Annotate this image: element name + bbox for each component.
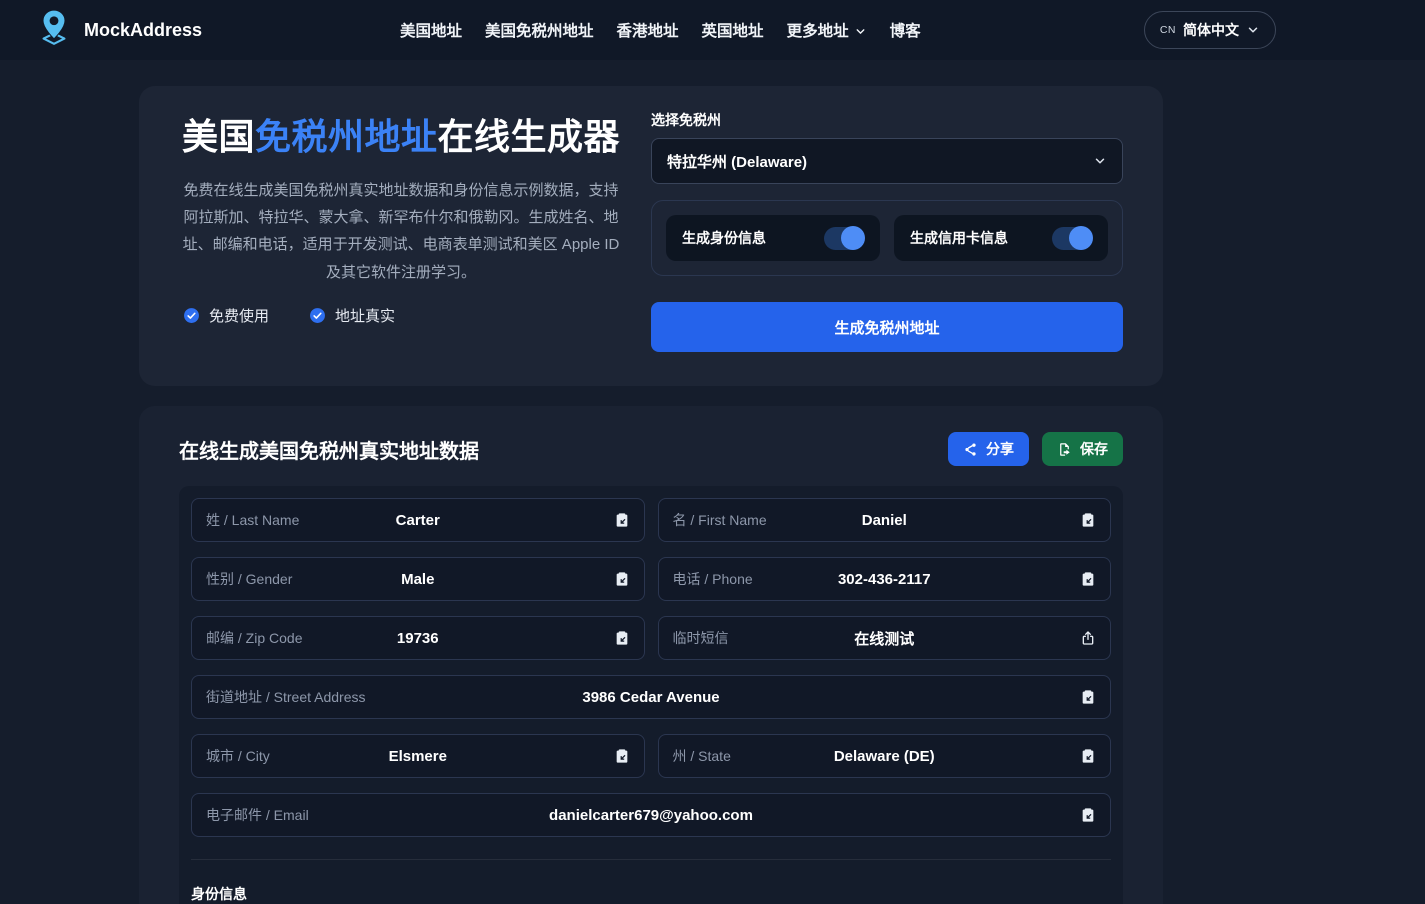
brand-name: MockAddress bbox=[84, 20, 202, 41]
language-label: 简体中文 bbox=[1183, 20, 1239, 40]
save-button[interactable]: 保存 bbox=[1042, 432, 1123, 466]
toggle-label: 生成信用卡信息 bbox=[910, 228, 1008, 248]
field-label: 电话 / Phone bbox=[673, 569, 753, 589]
nav-item[interactable]: 博客 bbox=[890, 19, 921, 41]
check-circle-icon bbox=[309, 307, 326, 324]
field-row: 临时短信 在线测试 bbox=[658, 616, 1112, 660]
share-nodes-icon bbox=[963, 442, 978, 457]
file-export-icon bbox=[1057, 442, 1072, 457]
field-value: Daniel bbox=[862, 512, 907, 529]
copy-icon[interactable] bbox=[1080, 807, 1096, 823]
chevron-down-icon bbox=[1093, 154, 1107, 168]
copy-icon[interactable] bbox=[614, 512, 630, 528]
check-circle-icon bbox=[183, 307, 200, 324]
state-select-value: 特拉华州 (Delaware) bbox=[667, 151, 807, 172]
field-label: 性别 / Gender bbox=[206, 569, 292, 589]
field-label: 姓 / Last Name bbox=[206, 510, 299, 530]
field-label: 电子邮件 / Email bbox=[206, 805, 309, 825]
feature-badge: 免费使用 bbox=[183, 305, 269, 326]
field-value: 3986 Cedar Avenue bbox=[582, 689, 719, 706]
hero-description: 免费在线生成美国免税州真实地址数据和身份信息示例数据，支持阿拉斯加、特拉华、蒙大… bbox=[179, 177, 623, 286]
field-value: 19736 bbox=[397, 630, 439, 647]
language-selector[interactable]: CN 简体中文 bbox=[1144, 11, 1276, 49]
language-code: CN bbox=[1160, 24, 1176, 36]
field-value: Carter bbox=[396, 512, 440, 529]
field-row: 电话 / Phone 302-436-2117 bbox=[658, 557, 1112, 601]
results-title: 在线生成美国免税州真实地址数据 bbox=[179, 435, 479, 464]
field-label: 邮编 / Zip Code bbox=[206, 628, 302, 648]
copy-icon[interactable] bbox=[614, 571, 630, 587]
results-actions: 分享 保存 bbox=[948, 432, 1123, 466]
brand-logo[interactable]: MockAddress bbox=[34, 5, 202, 56]
generate-button[interactable]: 生成免税州地址 bbox=[651, 302, 1123, 352]
section-divider bbox=[191, 859, 1111, 860]
nav-links: 美国地址 美国免税州地址 香港地址 英国地址 更多地址 博客 bbox=[400, 19, 921, 41]
field-label: 名 / First Name bbox=[673, 510, 767, 530]
field-value: Male bbox=[401, 571, 434, 588]
field-value: danielcarter679@yahoo.com bbox=[549, 807, 753, 824]
field-value: 302-436-2117 bbox=[838, 571, 931, 588]
share-button[interactable]: 分享 bbox=[948, 432, 1029, 466]
navbar: MockAddress 美国地址 美国免税州地址 香港地址 英国地址 更多地址 博客 CN… bbox=[0, 0, 1425, 60]
toggle-switch[interactable] bbox=[824, 227, 864, 250]
toggle-label: 生成身份信息 bbox=[682, 228, 766, 248]
toggle-switch[interactable] bbox=[1052, 227, 1092, 250]
toggle-group: 生成身份信息 生成信用卡信息 bbox=[651, 200, 1123, 276]
identity-section-heading: 身份信息 bbox=[191, 884, 1111, 904]
address-data-panel: 姓 / Last Name Carter 名 / First Name Daniel 性… bbox=[179, 486, 1123, 904]
page-title: 美国免税州地址在线生成器 bbox=[179, 112, 623, 162]
state-select[interactable]: 特拉华州 (Delaware) bbox=[651, 138, 1123, 184]
external-link-icon[interactable] bbox=[1080, 630, 1096, 646]
field-row: 城市 / City Elsmere bbox=[191, 734, 645, 778]
fields-grid: 姓 / Last Name Carter 名 / First Name Daniel 性… bbox=[191, 498, 1111, 837]
field-row: 邮编 / Zip Code 19736 bbox=[191, 616, 645, 660]
field-label: 街道地址 / Street Address bbox=[206, 687, 366, 707]
nav-item[interactable]: 香港地址 bbox=[617, 19, 679, 41]
page-container: 美国免税州地址在线生成器 免费在线生成美国免税州真实地址数据和身份信息示例数据，… bbox=[0, 86, 1425, 904]
hero-card: 美国免税州地址在线生成器 免费在线生成美国免税州真实地址数据和身份信息示例数据，… bbox=[139, 86, 1163, 386]
field-row: 电子邮件 / Email danielcarter679@yahoo.com bbox=[191, 793, 1111, 837]
field-row: 性别 / Gender Male bbox=[191, 557, 645, 601]
field-label: 城市 / City bbox=[206, 746, 270, 766]
chevron-down-icon bbox=[854, 23, 867, 38]
results-header: 在线生成美国免税州真实地址数据 分享 保存 bbox=[179, 432, 1123, 466]
nav-item[interactable]: 英国地址 bbox=[702, 19, 764, 41]
field-row: 街道地址 / Street Address 3986 Cedar Avenue bbox=[191, 675, 1111, 719]
field-label: 临时短信 bbox=[673, 628, 729, 648]
field-row: 姓 / Last Name Carter bbox=[191, 498, 645, 542]
hero-intro: 美国免税州地址在线生成器 免费在线生成美国免税州真实地址数据和身份信息示例数据，… bbox=[179, 108, 623, 352]
copy-icon[interactable] bbox=[614, 748, 630, 764]
copy-icon[interactable] bbox=[1080, 689, 1096, 705]
toggle-card: 生成信用卡信息 bbox=[894, 215, 1108, 261]
copy-icon[interactable] bbox=[614, 630, 630, 646]
nav-item[interactable]: 美国地址 bbox=[400, 19, 462, 41]
results-section: 在线生成美国免税州真实地址数据 分享 保存 姓 / Last Name Carte… bbox=[139, 406, 1163, 904]
state-select-label: 选择免税州 bbox=[651, 110, 1123, 130]
copy-icon[interactable] bbox=[1080, 571, 1096, 587]
field-value: 在线测试 bbox=[854, 628, 914, 649]
generator-controls: 选择免税州 特拉华州 (Delaware) 生成身份信息 生成信用卡信息 生成免税… bbox=[651, 108, 1123, 352]
chevron-down-icon bbox=[1246, 23, 1260, 37]
copy-icon[interactable] bbox=[1080, 512, 1096, 528]
field-value: Elsmere bbox=[389, 748, 447, 765]
feature-badge: 地址真实 bbox=[309, 305, 395, 326]
field-row: 州 / State Delaware (DE) bbox=[658, 734, 1112, 778]
field-row: 名 / First Name Daniel bbox=[658, 498, 1112, 542]
map-pin-icon bbox=[34, 5, 74, 56]
field-label: 州 / State bbox=[673, 746, 731, 766]
nav-item[interactable]: 更多地址 bbox=[787, 19, 867, 41]
nav-item[interactable]: 美国免税州地址 bbox=[485, 19, 594, 41]
hero-badges: 免费使用 地址真实 bbox=[179, 305, 623, 326]
field-value: Delaware (DE) bbox=[834, 748, 935, 765]
toggle-card: 生成身份信息 bbox=[666, 215, 880, 261]
copy-icon[interactable] bbox=[1080, 748, 1096, 764]
